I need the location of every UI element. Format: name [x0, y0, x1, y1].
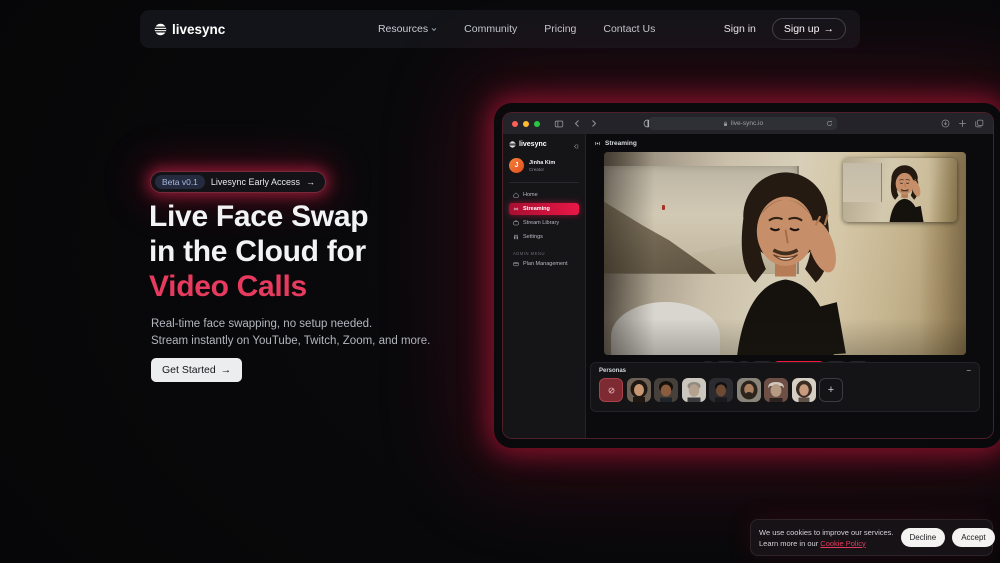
chevron-down-icon	[431, 27, 437, 32]
new-tab-icon[interactable]	[958, 119, 967, 128]
nav-link-contact[interactable]: Contact Us	[603, 23, 655, 35]
close-window-button[interactable]	[512, 120, 518, 127]
title-line-1: Live Face Swap	[149, 200, 369, 233]
app-sidebar: livesync J Jinha Kim Creator Home Stream…	[503, 134, 586, 438]
add-persona-button[interactable]: +	[819, 378, 843, 402]
persona-face-thumbnail[interactable]	[709, 378, 733, 402]
broadcast-icon	[594, 140, 601, 147]
cookie-policy-link[interactable]: Cookie Policy	[820, 539, 865, 548]
brand-logo[interactable]: livesync	[154, 22, 225, 37]
persona-tiles: +	[599, 378, 971, 402]
browser-window: live-sync.io livesync J Jinha Kim Creato…	[503, 113, 993, 438]
sidebar-item-stream-library[interactable]: Stream Library	[509, 217, 579, 229]
user-role: Creator	[529, 166, 545, 172]
collapse-panel-icon[interactable]: –	[967, 367, 971, 375]
page-title: Live Face Swap in the Cloud for Video Ca…	[149, 199, 369, 304]
home-icon	[513, 192, 519, 198]
title-line-3-accent: Video Calls	[149, 270, 307, 303]
title-line-2: in the Cloud for	[149, 235, 366, 268]
persona-face-thumbnail[interactable]	[736, 378, 761, 402]
top-navbar: livesync Resources Community Pricing Con…	[140, 10, 860, 48]
cookie-line-1: We use cookies to improve our services.	[759, 527, 894, 537]
sidebar-item-plan-management[interactable]: Plan Management	[509, 258, 579, 270]
nav-link-pricing[interactable]: Pricing	[544, 23, 576, 35]
forward-icon[interactable]	[590, 119, 598, 128]
cookie-line-2: Learn more in our Cookie Policy	[759, 538, 866, 548]
sidebar-item-streaming[interactable]: Streaming	[509, 203, 579, 215]
nav-link-community[interactable]: Community	[464, 23, 517, 35]
app-brand: livesync	[509, 141, 579, 148]
accept-cookies-button[interactable]: Accept	[952, 528, 995, 547]
titlebar-right-icons	[941, 119, 984, 128]
sign-in-link[interactable]: Sign in	[724, 23, 756, 35]
personas-panel: Personas – +	[590, 362, 980, 412]
livesync-globe-icon	[509, 141, 516, 148]
cookie-banner: We use cookies to improve our services. …	[750, 519, 995, 556]
persona-face-thumbnail[interactable]	[791, 378, 816, 402]
url-text: live-sync.io	[730, 120, 764, 127]
sidebar-item-home[interactable]: Home	[509, 189, 579, 201]
beta-version-tag: Beta v0.1	[155, 175, 205, 189]
browser-sidebar-toggle-icon[interactable]	[554, 119, 564, 129]
nav-link-resources[interactable]: Resources	[378, 23, 437, 35]
sidebar-divider	[509, 182, 579, 183]
persona-none-selected[interactable]	[599, 378, 623, 402]
user-name: Jinha Kim	[529, 159, 556, 166]
subtitle-line-2: Stream instantly on YouTube, Twitch, Zoo…	[151, 335, 431, 347]
livesync-globe-icon	[154, 23, 167, 36]
pip-original-video[interactable]	[843, 158, 957, 222]
card-icon	[513, 261, 519, 267]
zoom-window-button[interactable]	[534, 120, 540, 127]
address-bar[interactable]: live-sync.io	[649, 117, 837, 130]
refresh-icon[interactable]	[826, 120, 833, 127]
subtitle-line-1: Real-time face swapping, no setup needed…	[151, 318, 373, 330]
hero-subtitle: Real-time face swapping, no setup needed…	[151, 316, 430, 350]
browser-titlebar: live-sync.io	[503, 113, 993, 134]
cookie-message: We use cookies to improve our services. …	[759, 527, 894, 549]
sliders-icon	[513, 234, 519, 240]
collapse-sidebar-icon[interactable]	[572, 143, 579, 150]
page: livesync Resources Community Pricing Con…	[0, 0, 1000, 563]
avatar: J	[509, 158, 524, 173]
circle-slash-icon	[606, 385, 617, 396]
arrow-right-icon: →	[305, 177, 315, 187]
persona-face-thumbnail[interactable]	[764, 378, 788, 402]
get-started-button[interactable]: Get Started →	[151, 358, 243, 382]
back-icon[interactable]	[573, 119, 581, 128]
minimize-window-button[interactable]	[523, 120, 529, 127]
early-access-badge[interactable]: Beta v0.1 Livesync Early Access →	[150, 171, 326, 193]
app-brand-name: livesync	[519, 141, 547, 148]
broadcast-icon	[513, 206, 519, 212]
streaming-page-header: Streaming	[594, 140, 993, 147]
persona-face-thumbnail[interactable]	[654, 378, 678, 402]
persona-face-thumbnail[interactable]	[681, 378, 706, 402]
lock-icon	[723, 121, 728, 127]
nav-auth: Sign in Sign up →	[724, 18, 846, 40]
sign-up-button[interactable]: Sign up →	[771, 18, 846, 40]
persona-face-thumbnail[interactable]	[626, 378, 651, 402]
app-main: Streaming Personas – +	[586, 134, 993, 438]
decline-cookies-button[interactable]: Decline	[900, 528, 946, 547]
user-profile[interactable]: J Jinha Kim Creator	[509, 158, 579, 173]
sidebar-item-settings[interactable]: Settings	[509, 231, 579, 243]
personas-title: Personas	[599, 368, 627, 374]
badge-text: Livesync Early Access	[210, 177, 300, 187]
arrow-right-icon: →	[220, 364, 232, 376]
library-icon	[513, 220, 519, 226]
arrow-right-icon: →	[823, 23, 835, 35]
downloads-icon[interactable]	[941, 119, 950, 128]
brand-name: livesync	[172, 21, 226, 37]
tabs-overview-icon[interactable]	[975, 119, 984, 128]
nav-links: Resources Community Pricing Contact Us	[378, 10, 655, 48]
video-preview	[604, 152, 966, 355]
sidebar-section-label: ADMIN MENU	[513, 251, 545, 256]
